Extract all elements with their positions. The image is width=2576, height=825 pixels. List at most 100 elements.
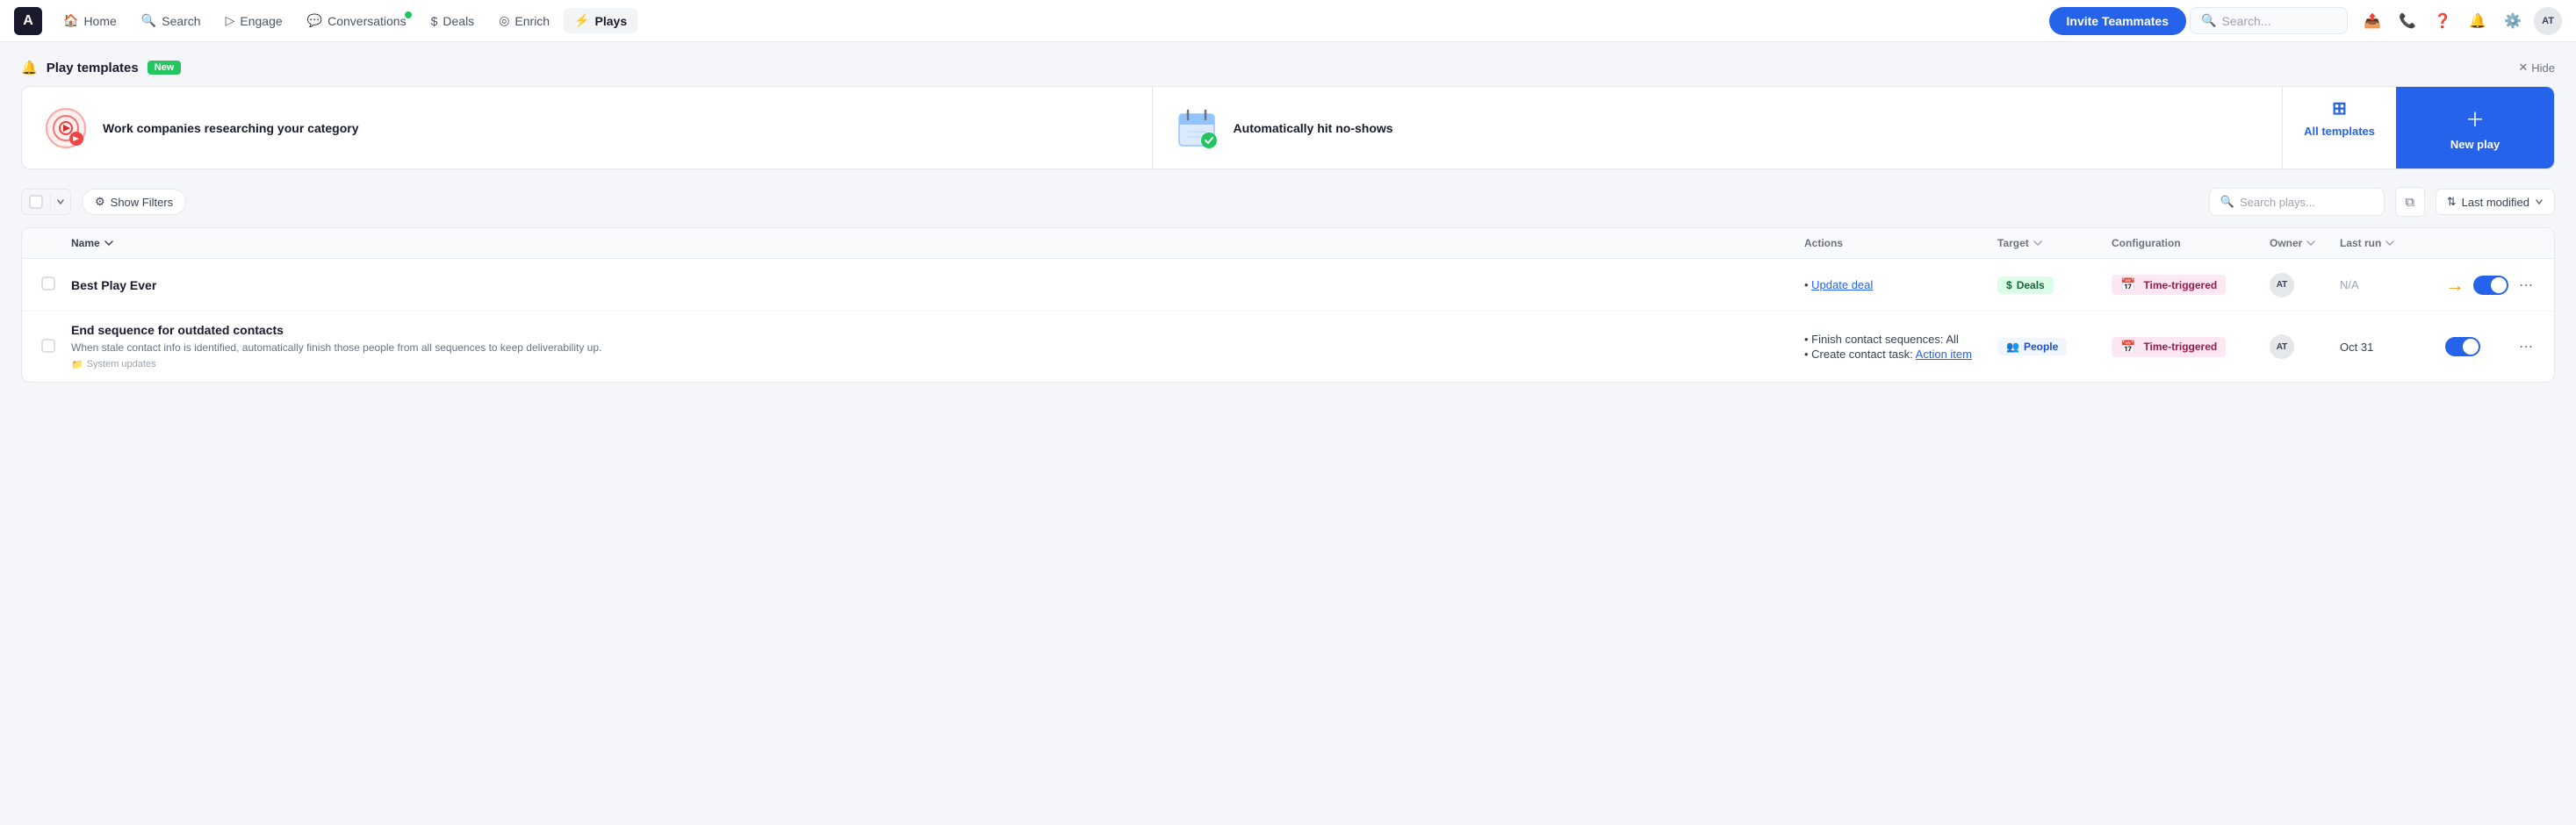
search-plays-icon: 🔍 bbox=[2220, 195, 2234, 209]
nav-home[interactable]: 🏠 Home bbox=[53, 8, 127, 33]
template-card-noshows[interactable]: Automatically hit no-shows bbox=[1153, 87, 2284, 169]
row2-config-tag: 📅 Time-triggered bbox=[2112, 337, 2226, 357]
grid-icon: ⊞ bbox=[2332, 97, 2347, 119]
plays-table: Name Actions Target Configuration Owner … bbox=[21, 227, 2555, 383]
template-card-research[interactable]: Work companies researching your category bbox=[22, 87, 1153, 169]
main-content: 🔔 Play templates New ✕ Hide Work bbox=[0, 42, 2576, 400]
row1-actions-cell: • Update deal bbox=[1797, 268, 1990, 302]
invite-teammates-button[interactable]: Invite Teammates bbox=[2049, 7, 2186, 35]
global-search[interactable]: 🔍 Search... bbox=[2190, 7, 2348, 34]
th-configuration: Configuration bbox=[2105, 228, 2263, 258]
sort-icon: ⇅ bbox=[2447, 195, 2457, 209]
lastrun-sort-icon bbox=[2385, 238, 2395, 248]
close-icon: ✕ bbox=[2518, 61, 2528, 75]
sort-chevron-icon bbox=[2535, 197, 2544, 206]
th-actions: Actions bbox=[1797, 228, 1990, 258]
row2-config-cell: 📅 Time-triggered bbox=[2105, 326, 2263, 368]
row2-more-button[interactable]: ⋯ bbox=[2515, 334, 2536, 360]
row1-owner-avatar: AT bbox=[2270, 273, 2294, 298]
filter-icon: ⚙ bbox=[95, 195, 105, 209]
row1-toggle-cell: → bbox=[2438, 263, 2508, 307]
new-play-button[interactable]: ＋ New play bbox=[2396, 87, 2554, 169]
row2-owner-cell: AT bbox=[2263, 324, 2333, 369]
copy-button[interactable]: ⧉ bbox=[2395, 187, 2425, 217]
row2-owner-avatar: AT bbox=[2270, 334, 2294, 359]
th-more bbox=[2508, 228, 2544, 258]
row2-checkbox-cell bbox=[32, 328, 64, 366]
conversations-dot bbox=[405, 11, 412, 18]
plays-icon: ⚡ bbox=[574, 13, 589, 28]
row1-checkbox[interactable] bbox=[41, 276, 55, 293]
phone-icon[interactable]: 📞 bbox=[2393, 7, 2421, 35]
name-sort-icon bbox=[104, 238, 114, 248]
row2-actions-cell: • Finish contact sequences: All • Create… bbox=[1797, 322, 1990, 371]
play-templates-icon: 🔔 bbox=[21, 60, 38, 75]
search-input-icon: 🔍 bbox=[2201, 13, 2216, 28]
all-templates-button[interactable]: ⊞ All templates bbox=[2283, 87, 2396, 169]
row2-action2-link[interactable]: Action item bbox=[1916, 348, 1972, 361]
row2-lastrun-cell: Oct 31 bbox=[2333, 330, 2438, 364]
row1-name-cell: Best Play Ever bbox=[64, 268, 1797, 303]
th-name[interactable]: Name bbox=[64, 228, 1797, 258]
owner-sort-icon bbox=[2306, 238, 2316, 248]
row2-name-cell: End sequence for outdated contacts When … bbox=[64, 312, 1797, 381]
row1-arrow-indicator: → bbox=[2445, 274, 2464, 297]
folder-icon: 📁 bbox=[71, 359, 83, 370]
nav-engage[interactable]: ▷ Engage bbox=[215, 8, 293, 33]
th-checkbox bbox=[32, 228, 64, 258]
nav-conversations[interactable]: 💬 Conversations bbox=[297, 8, 417, 33]
settings-icon[interactable]: ⚙️ bbox=[2499, 7, 2527, 35]
play-templates-header: 🔔 Play templates New ✕ Hide bbox=[21, 60, 2555, 75]
th-owner[interactable]: Owner bbox=[2263, 228, 2333, 258]
conversations-icon: 💬 bbox=[307, 13, 322, 28]
help-icon[interactable]: ❓ bbox=[2428, 7, 2457, 35]
new-badge: New bbox=[148, 61, 182, 75]
play-templates-title: 🔔 Play templates New bbox=[21, 60, 181, 75]
research-template-text: Work companies researching your category bbox=[103, 121, 359, 135]
show-filters-button[interactable]: ⚙ Show Filters bbox=[82, 189, 186, 215]
template-cards-container: Work companies researching your category… bbox=[21, 86, 2555, 169]
row2-target-cell: 👥 People bbox=[1990, 327, 2105, 366]
select-all-checkbox[interactable] bbox=[22, 190, 50, 214]
nav-icons: 📤 📞 ❓ 🔔 ⚙️ AT bbox=[2358, 7, 2562, 35]
notifications-icon[interactable]: 🔔 bbox=[2464, 7, 2492, 35]
calendar-icon2: 📅 bbox=[2120, 340, 2135, 355]
enrich-icon: ◎ bbox=[499, 13, 509, 28]
row1-action-link[interactable]: Update deal bbox=[1811, 278, 1873, 291]
row1-more-button[interactable]: ⋯ bbox=[2515, 272, 2536, 298]
search-plays-input[interactable]: 🔍 Search plays... bbox=[2209, 188, 2385, 216]
nav-search[interactable]: 🔍 Search bbox=[131, 8, 212, 33]
app-logo[interactable]: A bbox=[14, 7, 42, 35]
row2-checkbox[interactable] bbox=[41, 339, 55, 355]
top-nav: A 🏠 Home 🔍 Search ▷ Engage 💬 Conversatio… bbox=[0, 0, 2576, 42]
th-toggle bbox=[2438, 228, 2508, 258]
row2-name: End sequence for outdated contacts bbox=[71, 323, 284, 337]
calendar-icon: 📅 bbox=[2120, 277, 2135, 292]
sort-button[interactable]: ⇅ Last modified bbox=[2436, 189, 2555, 215]
th-last-run[interactable]: Last run bbox=[2333, 228, 2438, 258]
row1-lastrun-cell: N/A bbox=[2333, 268, 2438, 302]
deals-icon: $ bbox=[431, 14, 438, 28]
row2-target-tag: 👥 People bbox=[1997, 338, 2067, 355]
row2-toggle[interactable] bbox=[2445, 337, 2480, 356]
people-icon-sm: 👥 bbox=[2006, 341, 2019, 353]
row1-toggle-knob bbox=[2491, 277, 2507, 293]
row2-toggle-cell bbox=[2438, 326, 2508, 367]
arrow-right-icon: → bbox=[2445, 274, 2464, 297]
row1-toggle[interactable] bbox=[2473, 276, 2508, 295]
select-dropdown-arrow[interactable] bbox=[50, 192, 70, 212]
nav-deals[interactable]: $ Deals bbox=[421, 9, 486, 33]
nav-plays[interactable]: ⚡ Plays bbox=[564, 8, 637, 33]
user-avatar[interactable]: AT bbox=[2534, 7, 2562, 35]
nav-enrich[interactable]: ◎ Enrich bbox=[488, 8, 560, 33]
noshows-template-icon bbox=[1174, 105, 1220, 151]
row1-name: Best Play Ever bbox=[71, 278, 156, 292]
th-target[interactable]: Target bbox=[1990, 228, 2105, 258]
hide-button[interactable]: ✕ Hide bbox=[2518, 61, 2555, 75]
target-sort-icon bbox=[2033, 238, 2043, 248]
upload-icon[interactable]: 📤 bbox=[2358, 7, 2386, 35]
select-all-control bbox=[21, 189, 71, 215]
deals-icon-sm: $ bbox=[2006, 279, 2012, 291]
noshows-template-text: Automatically hit no-shows bbox=[1234, 121, 1393, 135]
engage-icon: ▷ bbox=[226, 13, 235, 28]
